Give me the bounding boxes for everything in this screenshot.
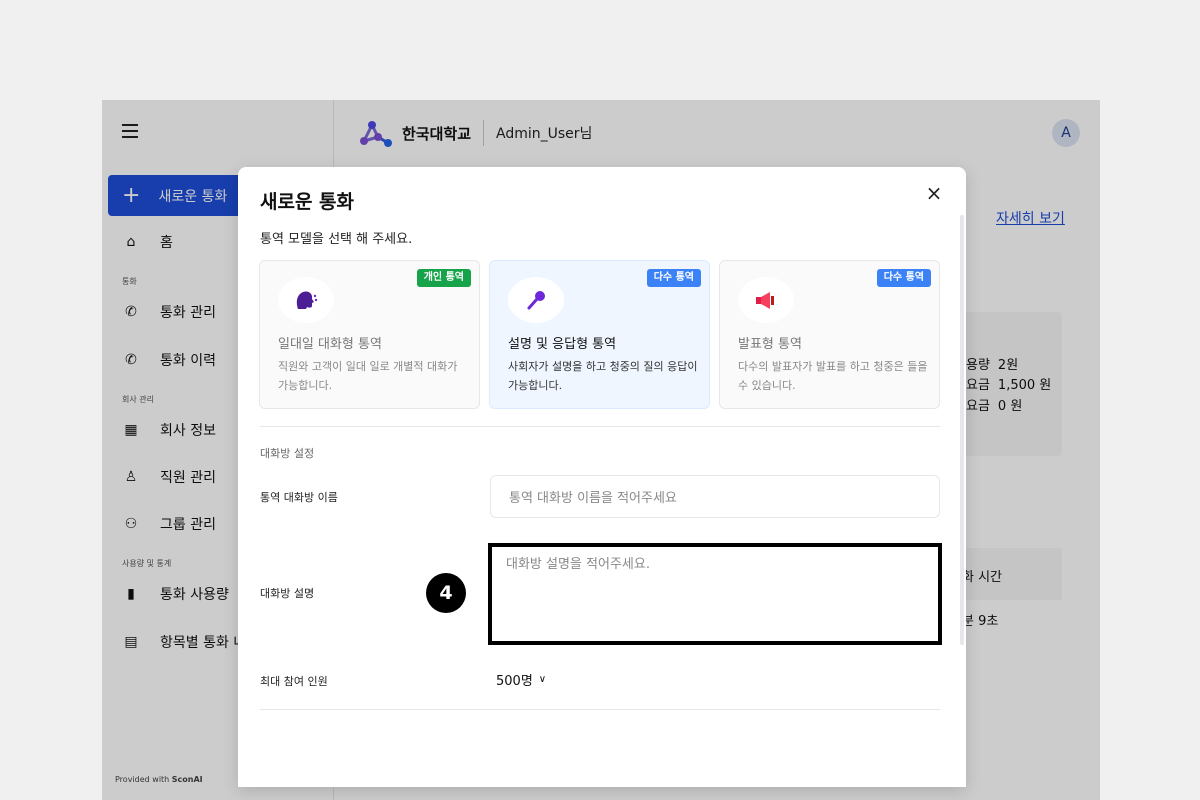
room-description-label: 대화방 설명 [260,587,315,600]
microphone-icon [508,277,564,323]
badge-personal: 개인 통역 [416,269,471,287]
room-description-textarea[interactable]: 대화방 설명을 적어주세요. [488,543,942,645]
close-button[interactable]: × [924,183,944,203]
new-call-modal: 새로운 통화 × 통역 모델을 선택 해 주세요. 개인 통역 일대일 대화형 … [238,167,966,787]
model-title: 일대일 대화형 통역 [278,337,382,352]
model-description: 직원와 고객이 일대 일로 개별적 대화가 가능합니다. [278,360,458,392]
max-participants-select[interactable]: 500명 ∨ [496,670,546,689]
model-card-qa[interactable]: 다수 통역 설명 및 응답형 통역 사회자가 설명을 하고 청중의 질의 응답이… [489,260,710,409]
modal-subtitle: 통역 모델을 선택 해 주세요. [260,232,413,247]
model-title: 설명 및 응답형 통역 [508,337,617,352]
model-description: 다수의 발표자가 발표를 하고 청중은 들을 수 있습니다. [738,360,928,392]
room-name-input[interactable]: 통역 대화방 이름을 적어주세요 [490,475,940,518]
step-number-badge: 4 [426,573,466,613]
scrollbar[interactable] [960,215,964,645]
badge-multi: 다수 통역 [876,269,931,287]
badge-multi: 다수 통역 [646,269,701,287]
megaphone-icon [738,277,794,323]
chevron-down-icon: ∨ [538,674,547,685]
divider [260,709,940,710]
model-description: 사회자가 설명을 하고 청중의 질의 응답이 가능합니다. [508,360,698,392]
speaking-head-icon [278,277,334,323]
modal-title: 새로운 통화 [260,191,355,213]
model-card-presentation[interactable]: 다수 통역 발표형 통역 다수의 발표자가 발표를 하고 청중은 들을 수 있습… [719,260,940,409]
model-card-one-on-one[interactable]: 개인 통역 일대일 대화형 통역 직원와 고객이 일대 일로 개별적 대화가 가… [259,260,480,409]
room-settings-heading: 대화방 설정 [260,447,315,460]
divider [260,426,940,427]
room-name-label: 통역 대화방 이름 [260,491,338,504]
model-title: 발표형 통역 [738,337,802,352]
max-participants-label: 최대 참여 인원 [260,675,328,688]
max-participants-value: 500명 [496,674,533,689]
